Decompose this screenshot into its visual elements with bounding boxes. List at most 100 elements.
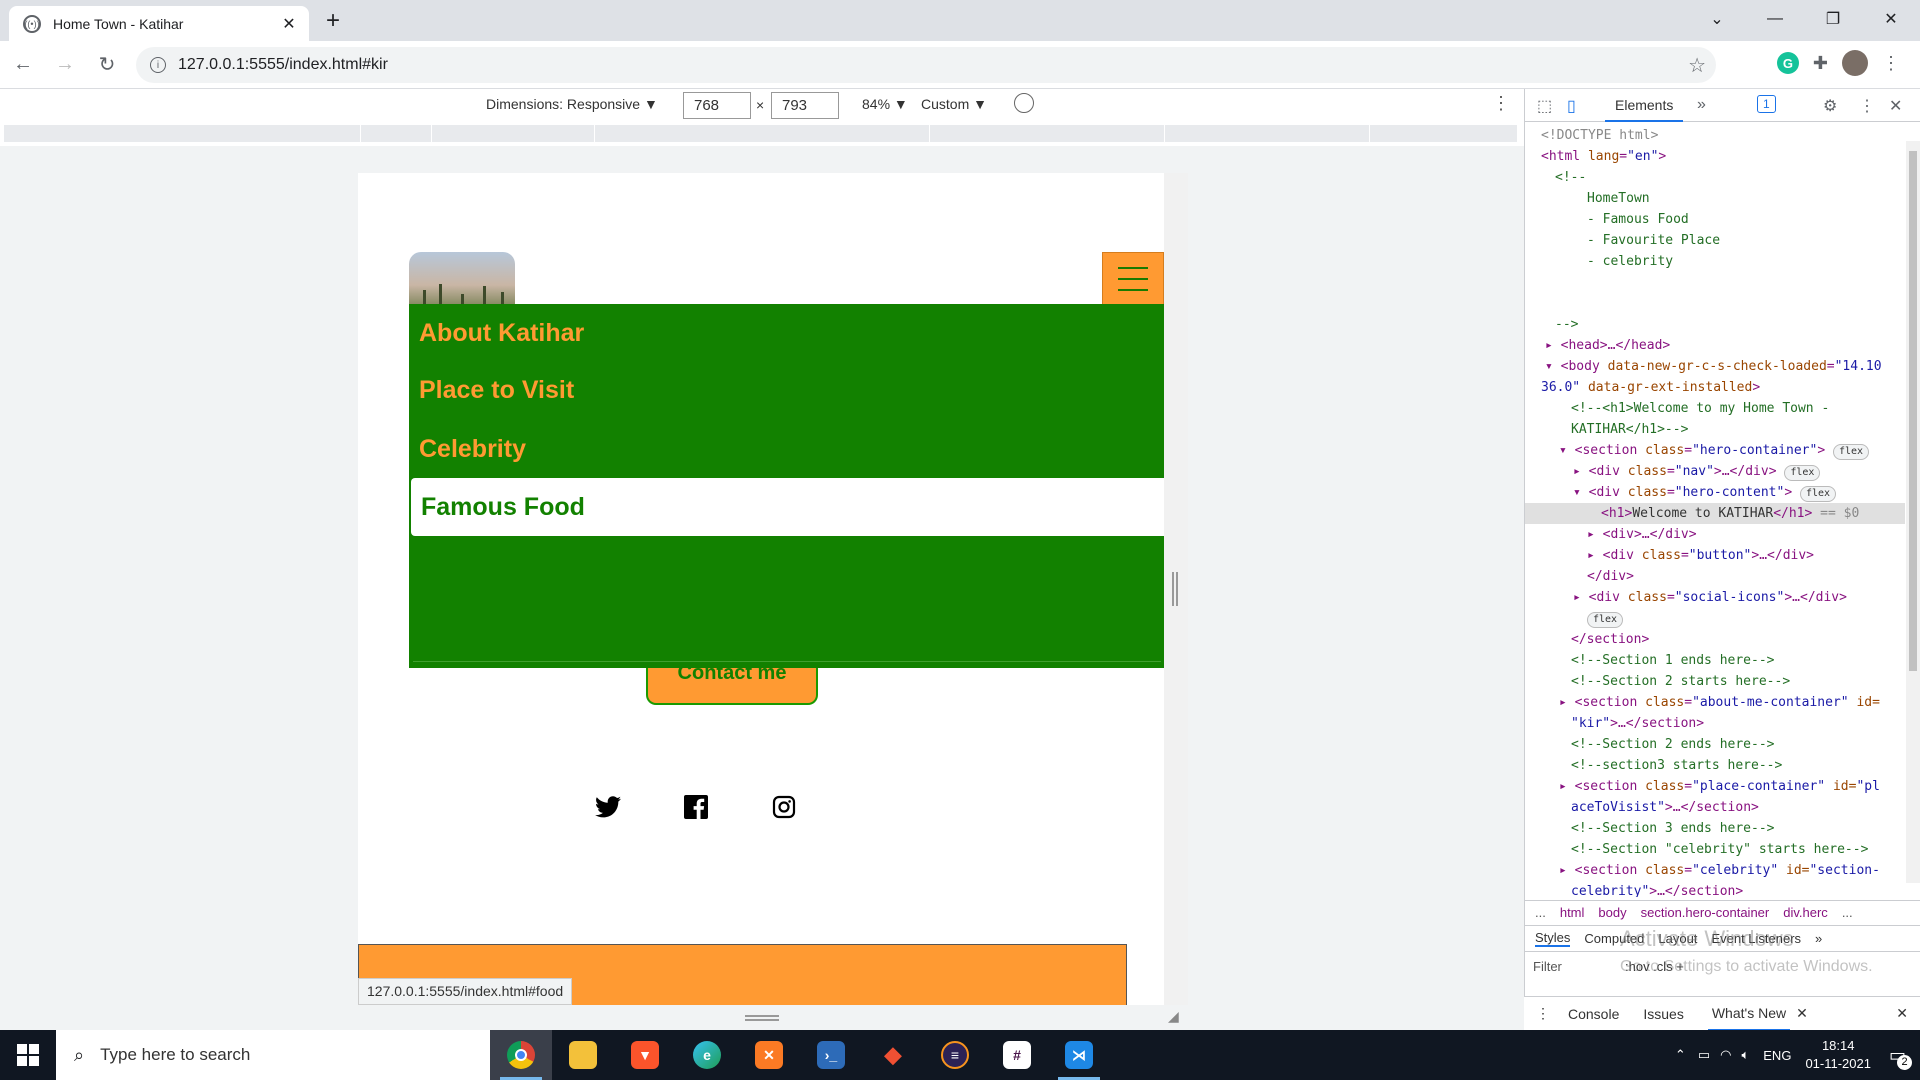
clock[interactable]: 18:14 01-11-2021 [1805,1037,1871,1073]
dom-line[interactable]: <!DOCTYPE html> [1525,125,1905,146]
close-window-button[interactable]: ✕ [1862,0,1920,38]
device-toggle-icon[interactable]: ▯ [1567,96,1576,116]
taskbar-powershell[interactable]: ›_ [800,1030,862,1080]
instagram-icon[interactable] [771,794,797,820]
tab-close-icon[interactable]: ✕ [279,14,299,34]
devtools-scrollbar[interactable] [1906,141,1920,883]
width-input[interactable]: 768 [683,92,751,119]
breadcrumb-item[interactable]: ... [1842,905,1853,920]
browser-tab[interactable]: ((•)) Home Town - Katihar ✕ [9,6,309,41]
taskbar-vscode[interactable]: ⋊ [1048,1030,1110,1080]
dom-line[interactable]: </div> [1525,566,1905,587]
tab-console[interactable]: Console [1568,1006,1619,1022]
devtools-menu-icon[interactable]: ⋮ [1859,96,1875,116]
dom-line[interactable]: - celebrity [1525,251,1905,272]
breadcrumb-item[interactable]: body [1598,905,1626,920]
dom-line[interactable]: HomeTown [1525,188,1905,209]
twitter-icon[interactable] [595,794,621,820]
tab-issues[interactable]: Issues [1643,1006,1683,1022]
dom-line[interactable]: - Famous Food [1525,209,1905,230]
dom-line[interactable]: </section> [1525,629,1905,650]
start-button[interactable] [0,1030,56,1080]
settings-gear-icon[interactable]: ⚙ [1823,96,1837,116]
tab-whats-new[interactable]: What's New [1707,997,1791,1031]
close-drawer-icon[interactable]: ✕ [1896,1005,1908,1022]
volume-icon[interactable]: 🔈︎ [1741,1047,1749,1063]
reload-icon[interactable]: ↻ [88,46,126,84]
taskbar-brave[interactable]: ▼ [614,1030,676,1080]
issues-badge[interactable]: 1 [1757,95,1776,113]
drawer-menu-icon[interactable]: ⋮ [1536,1005,1550,1022]
hamburger-menu-button[interactable] [1102,252,1164,305]
filter-input[interactable]: Filter [1533,959,1613,974]
dom-tree[interactable]: <!DOCTYPE html> <html lang="en"> <!-- Ho… [1525,125,1905,897]
extensions-puzzle-icon[interactable]: ✚ [1813,53,1828,74]
bookmark-star-icon[interactable]: ☆ [1688,53,1706,78]
tray-chevron-icon[interactable]: ⌃ [1675,1047,1686,1063]
dom-line[interactable]: ▸ <section class="place-container" id="p… [1525,776,1905,797]
taskbar-chrome[interactable] [490,1030,552,1080]
more-subtabs-icon[interactable]: » [1815,931,1822,946]
tab-search-icon[interactable]: ⌄ [1688,0,1746,38]
menu-item-place[interactable]: Place to Visit [409,361,1164,419]
dom-line[interactable]: <!--Section 1 ends here--> [1525,650,1905,671]
height-input[interactable]: 793 [771,92,839,119]
dom-line[interactable]: KATIHAR</h1>--> [1525,419,1905,440]
devtools-close-icon[interactable]: ✕ [1889,96,1902,116]
restore-button[interactable]: ❐ [1804,0,1862,38]
profile-avatar[interactable] [1842,50,1868,76]
breadcrumb-item[interactable]: html [1560,905,1585,920]
taskbar-git[interactable]: ◆ [862,1030,924,1080]
dom-line[interactable]: - Favourite Place [1525,230,1905,251]
dom-line[interactable]: "kir">…</section> [1525,713,1905,734]
dom-line[interactable]: ▾ <div class="hero-content"> flex [1525,482,1905,503]
taskbar-eclipse[interactable]: ≡ [924,1030,986,1080]
dom-line[interactable]: <!--Section 2 ends here--> [1525,734,1905,755]
dom-line[interactable]: aceToVisist">…</section> [1525,797,1905,818]
dom-line-selected[interactable]: <h1>Welcome to KATIHAR</h1> == $0 [1525,503,1905,524]
minimize-button[interactable]: — [1746,0,1804,38]
network-icon[interactable]: ◠ [1720,1047,1731,1063]
facebook-icon[interactable] [683,794,709,820]
dom-line[interactable]: <!-- [1525,167,1905,188]
resize-handle-right[interactable] [1172,572,1178,606]
language-indicator[interactable]: ENG [1763,1048,1791,1063]
device-more-icon[interactable]: ⋮ [1492,93,1510,114]
dimensions-dropdown[interactable]: Dimensions: Responsive ▼ [486,96,658,112]
inspect-element-icon[interactable]: ⬚ [1537,96,1552,116]
notification-center-icon[interactable]: ▭ 2 [1889,1045,1912,1070]
dom-line[interactable]: <!--<h1>Welcome to my Home Town - [1525,398,1905,419]
throttle-dropdown[interactable]: Custom ▼ [921,96,987,112]
dom-line[interactable]: ▾ <body data-new-gr-c-s-check-loaded="14… [1525,356,1905,377]
dom-line[interactable]: ▸ <section class="celebrity" id="section… [1525,860,1905,881]
dom-line[interactable]: ▸ <section class="about-me-container" id… [1525,692,1905,713]
zoom-dropdown[interactable]: 84% ▼ [862,96,908,112]
dom-line[interactable]: --> [1525,314,1905,335]
back-arrow-icon[interactable]: ← [4,46,42,84]
dom-line[interactable]: 36.0" data-gr-ext-installed> [1525,377,1905,398]
menu-item-food[interactable]: Famous Food [411,478,1164,536]
dom-line[interactable]: <html lang="en"> [1525,146,1905,167]
dom-line[interactable]: <!--section3 starts here--> [1525,755,1905,776]
taskbar-xampp[interactable]: ✕ [738,1030,800,1080]
grammarly-icon[interactable]: G [1776,52,1799,74]
dom-line[interactable]: ▸ <div class="button">…</div> [1525,545,1905,566]
media-query-ruler[interactable] [0,122,1524,146]
new-tab-button[interactable]: + [326,7,340,35]
browser-menu-icon[interactable]: ⋮ [1882,53,1900,74]
resize-corner-icon[interactable]: ◢ [1168,1008,1179,1025]
taskbar-edge[interactable]: e [676,1030,738,1080]
more-tabs-icon[interactable]: » [1697,96,1706,114]
breadcrumb-item[interactable]: section.hero-container [1641,905,1770,920]
tab-styles[interactable]: Styles [1535,930,1571,947]
dom-line[interactable]: ▾ <section class="hero-container"> flex [1525,440,1905,461]
address-bar[interactable]: i 127.0.0.1:5555/index.html#kir ☆ [136,47,1716,83]
dom-line[interactable]: ▸ <head>…</head> [1525,335,1905,356]
dom-line[interactable]: ▸ <div class="nav">…</div> flex [1525,461,1905,482]
tab-elements[interactable]: Elements [1605,89,1684,122]
dom-line[interactable]: <!--Section "celebrity" starts here--> [1525,839,1905,860]
resize-handle-bottom[interactable] [745,1015,779,1021]
forward-arrow-icon[interactable]: → [46,46,84,84]
breadcrumb-item[interactable]: div.herc [1783,905,1828,920]
taskbar-slack[interactable]: # [986,1030,1048,1080]
